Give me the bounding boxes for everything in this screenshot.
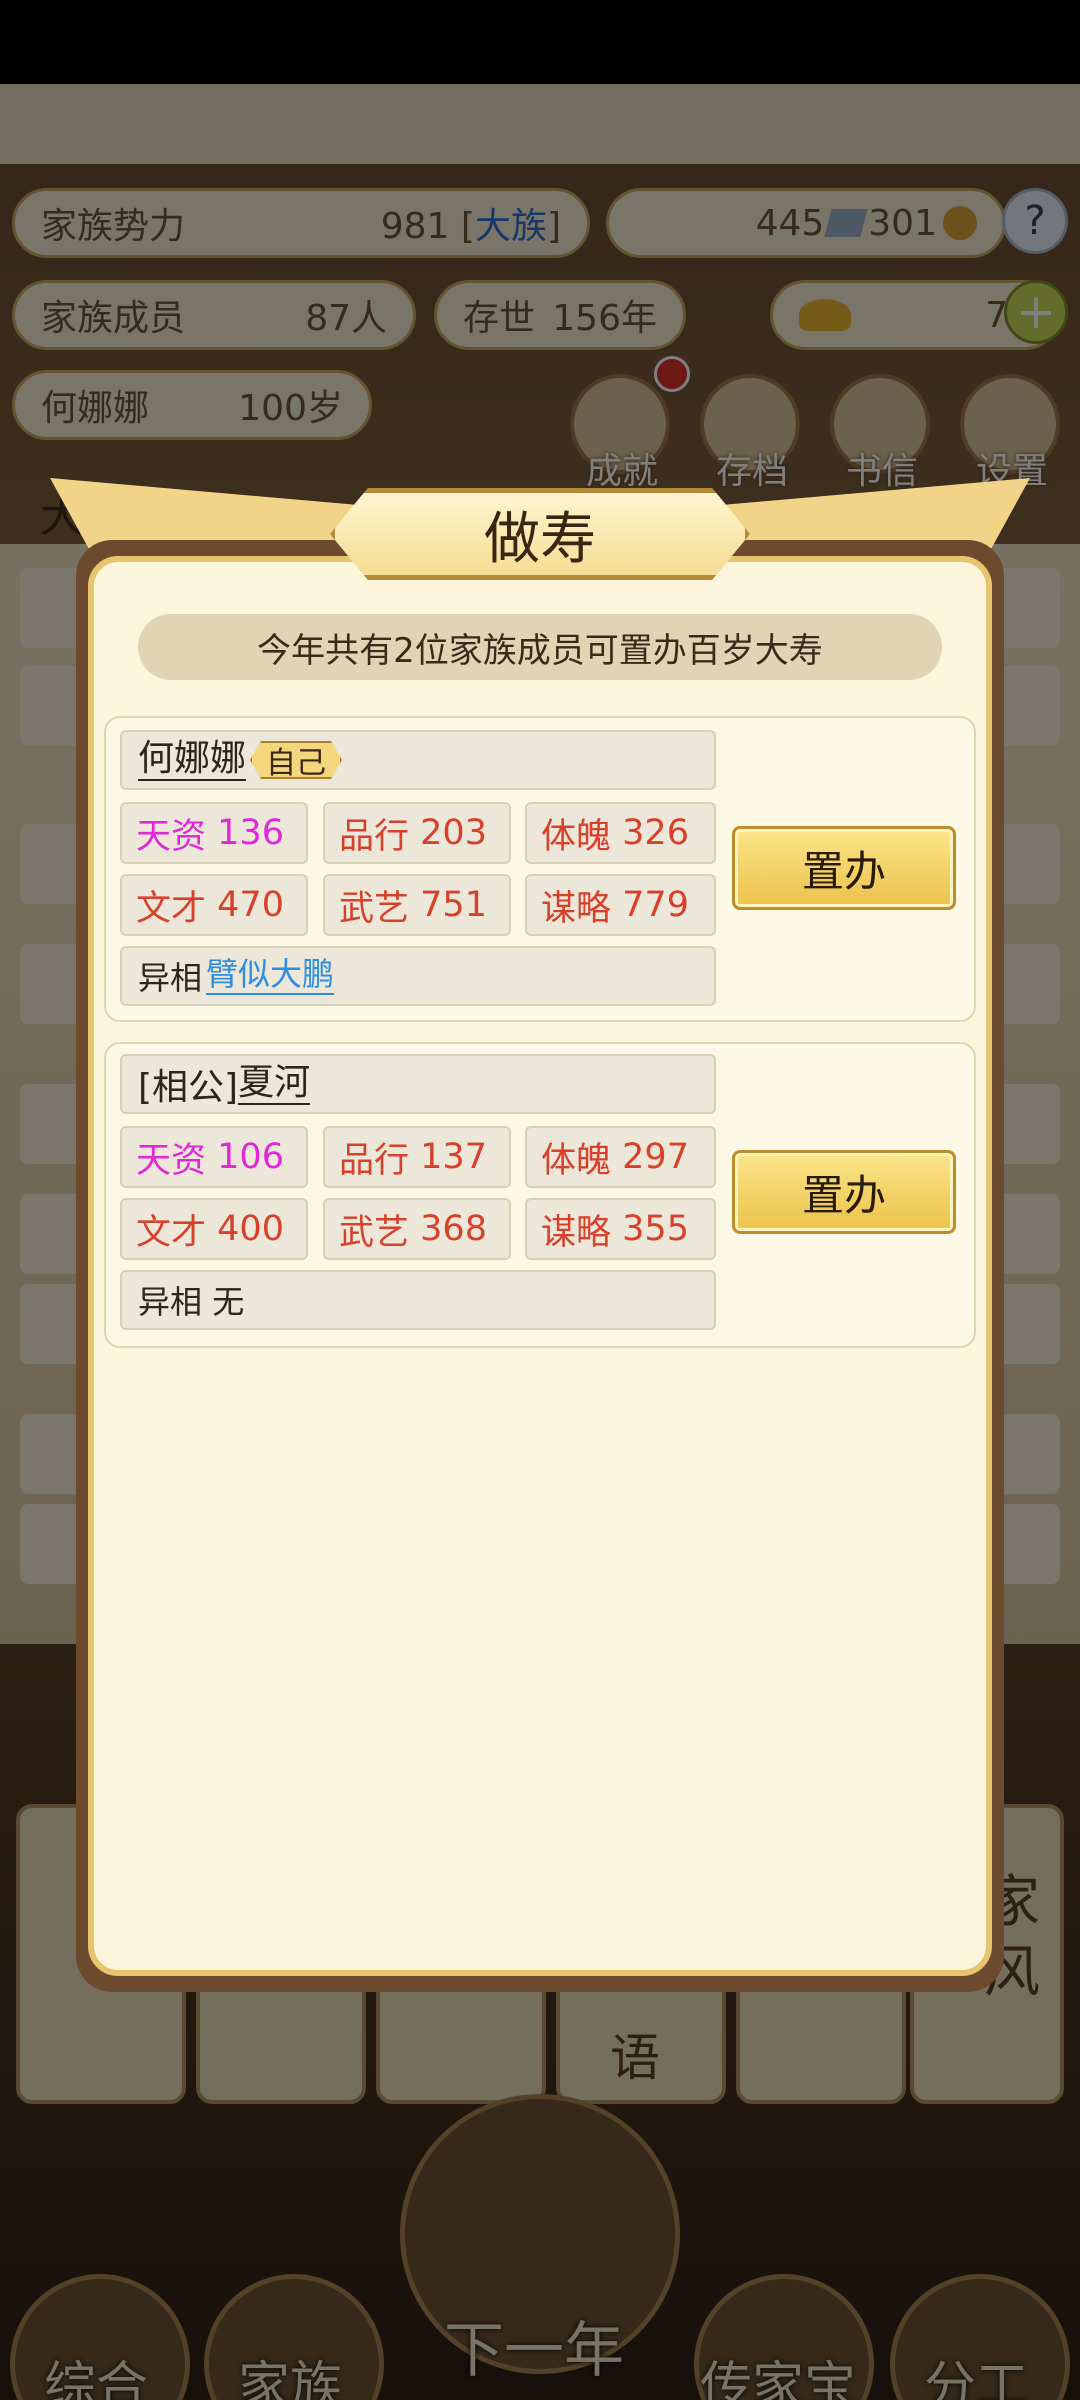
trait-row: 异相 无 <box>120 1270 716 1330</box>
stat-literary: 文才 470 <box>120 874 308 936</box>
trait-value: 无 <box>212 1283 245 1321</box>
trait-link[interactable]: 臂似大鹏 <box>206 957 335 995</box>
host-birthday-button[interactable]: 置办 <box>732 826 956 910</box>
stat-conduct: 品行 203 <box>323 802 511 864</box>
stat-strategy: 谋略 779 <box>525 874 716 936</box>
trait-label: 异相 <box>138 959 203 997</box>
stat-martial: 武艺 368 <box>323 1198 511 1260</box>
stat-talent: 天资 106 <box>120 1126 308 1188</box>
stat-strategy: 谋略 355 <box>525 1198 716 1260</box>
member-name[interactable]: 何娜娜 <box>138 739 247 781</box>
member-name-box: 何娜娜 自己 <box>120 730 716 790</box>
stat-martial: 武艺 751 <box>323 874 511 936</box>
host-birthday-button[interactable]: 置办 <box>732 1150 956 1234</box>
stat-conduct: 品行 137 <box>323 1126 511 1188</box>
member-name[interactable]: 夏河 <box>238 1063 311 1105</box>
modal-title-text: 做寿 <box>484 506 596 572</box>
stat-physique: 体魄 297 <box>525 1126 716 1188</box>
stat-physique: 体魄 326 <box>525 802 716 864</box>
modal-notice: 今年共有2位家族成员可置办百岁大寿 <box>138 614 942 680</box>
self-badge: 自己 <box>250 741 343 779</box>
trait-row: 异相 臂似大鹏 <box>120 946 716 1006</box>
stat-talent: 天资 136 <box>120 802 308 864</box>
trait-label: 异相 <box>138 1283 203 1321</box>
status-bar <box>0 0 1080 84</box>
stat-literary: 文才 400 <box>120 1198 308 1260</box>
member-relation: [相公] <box>138 1067 239 1108</box>
member-name-box: [相公] 夏河 <box>120 1054 716 1114</box>
modal-title: 做寿 <box>330 488 750 580</box>
